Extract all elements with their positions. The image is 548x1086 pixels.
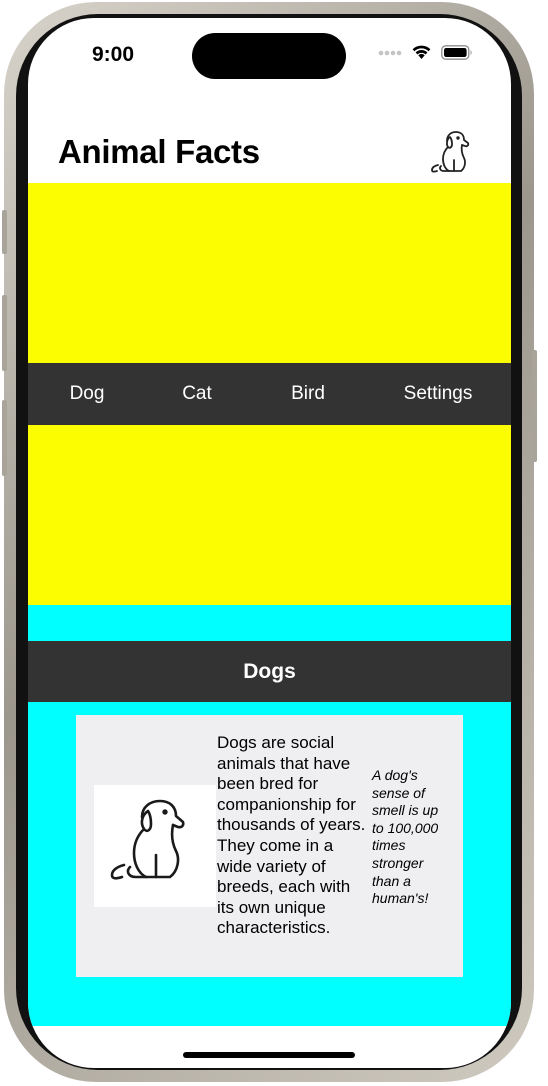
status-bar: 9:00 xyxy=(28,18,511,98)
volume-up-button xyxy=(2,295,7,371)
page-title: Animal Facts xyxy=(58,133,260,170)
dynamic-island xyxy=(192,33,346,79)
wifi-icon xyxy=(412,45,431,59)
volume-down-button xyxy=(2,400,7,476)
dog-image xyxy=(94,785,216,907)
section-title: Dogs xyxy=(28,641,511,702)
fact-body-text: Dogs are social animals that have been b… xyxy=(217,733,366,938)
dog-icon[interactable] xyxy=(426,128,474,176)
power-button xyxy=(532,350,537,462)
yellow-banner-bottom xyxy=(28,425,511,605)
home-indicator[interactable] xyxy=(183,1052,355,1058)
yellow-banner-top xyxy=(28,183,511,363)
tab-dog[interactable]: Dog xyxy=(52,363,122,425)
fact-card: Dogs are social animals that have been b… xyxy=(76,715,463,977)
tab-settings[interactable]: Settings xyxy=(390,363,486,425)
cellular-icon xyxy=(378,50,402,56)
tab-cat[interactable]: Cat xyxy=(162,363,232,425)
battery-icon xyxy=(441,44,472,60)
dogs-section: Dogs Dogs are social animals that have b… xyxy=(28,605,511,1026)
status-icons xyxy=(378,44,473,60)
tab-bar: Dog Cat Bird Settings xyxy=(28,363,511,425)
dog-icon xyxy=(110,799,185,880)
fact-note-text: A dog's sense of smell is up to 100,000 … xyxy=(372,767,439,907)
action-button xyxy=(2,210,7,254)
tab-bird[interactable]: Bird xyxy=(273,363,343,425)
status-time: 9:00 xyxy=(92,43,135,66)
screen: 9:00 Animal Facts Dog Cat Bird Settings … xyxy=(28,18,511,1068)
